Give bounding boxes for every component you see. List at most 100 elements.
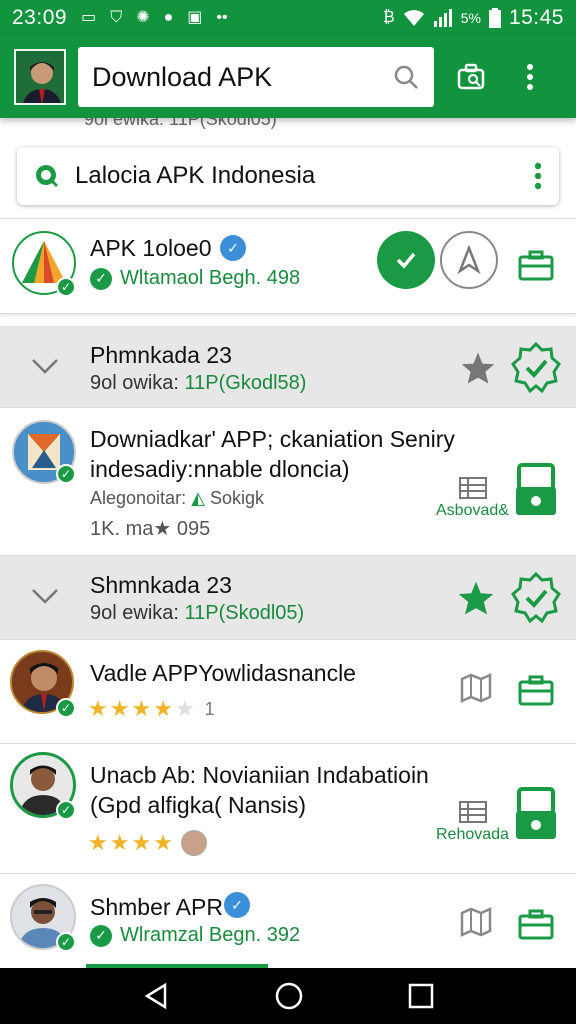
share-button[interactable]	[440, 231, 498, 289]
star-icon: ★	[109, 696, 130, 721]
check-circle-icon: ✓	[90, 267, 112, 290]
item-action-label[interactable]: Asbovad&	[436, 502, 509, 520]
verified-seal-icon	[511, 341, 561, 394]
status-time-left: 23:09	[12, 6, 68, 29]
search-icon[interactable]	[392, 63, 420, 91]
item-subtitle: 9ol owika: 11P(Gkodl58)	[90, 372, 306, 395]
list-item[interactable]: ✓ Downiadkar' APP; ckaniation Seniry ind…	[0, 408, 576, 556]
rating-stars: ★ ★ ★ ★ ★ 1	[88, 696, 215, 722]
check-icon	[396, 252, 416, 269]
verified-blue-icon: ✓	[224, 892, 250, 918]
battery-percent: 5%	[460, 10, 481, 26]
meta-label: Alegonoitar:	[90, 488, 192, 508]
system-navigation-bar	[0, 968, 576, 1024]
verified-badge-icon: ✓	[56, 932, 76, 952]
list-icon	[458, 476, 488, 500]
details-button[interactable]	[516, 245, 556, 285]
item-title: Vadle APPYowlidasnancle	[90, 660, 356, 686]
item-title-line2: (Gpd alfigka( Nansis)	[90, 792, 307, 818]
check-circle-icon: ✓	[90, 924, 112, 947]
briefcase-icon	[518, 675, 554, 706]
item-verified-text: ✓ Wltamaol Begh. 498	[90, 267, 300, 290]
item-title: APK 1oloe0	[90, 235, 212, 261]
bookmark-button[interactable]	[458, 904, 494, 940]
subtitle-highlight: 11P(Skodl05)	[184, 602, 305, 624]
notification-app-icon: ▭	[81, 9, 97, 26]
verified-label: Wltamaol Begh. 498	[120, 267, 301, 289]
search-input[interactable]: Download APK	[92, 62, 392, 93]
back-icon[interactable]	[141, 981, 171, 1011]
more-vert-icon[interactable]	[533, 162, 543, 190]
verified-badge-icon: ✓	[56, 698, 76, 718]
list-item[interactable]: Shmnkada 23 9ol ewika: 11P(Skodl05)	[0, 556, 576, 640]
more-vert-icon	[527, 64, 533, 90]
verified-seal-button[interactable]	[508, 570, 564, 626]
briefcase-icon	[518, 909, 554, 940]
list-icon	[458, 800, 488, 824]
rating-stars: ★ ★ ★ ★	[88, 830, 207, 856]
item-action-label[interactable]: Rehovada	[436, 826, 509, 844]
recents-icon[interactable]	[407, 982, 435, 1010]
item-title: Phmnkada 23	[90, 342, 232, 368]
verified-seal-button[interactable]	[508, 340, 564, 396]
star-icon	[458, 581, 494, 615]
star-icon: ★	[131, 696, 152, 721]
overflow-menu-button[interactable]	[510, 57, 550, 97]
wifi-icon	[403, 10, 424, 26]
list-item[interactable]: ✓ Vadle APPYowlidasnancle ★ ★ ★ ★ ★ 1	[0, 640, 576, 744]
dot-notification-icon: ●	[163, 9, 174, 26]
verified-blue-icon: ✓	[220, 235, 246, 261]
item-title-line1: Downiadkar' APP; ckaniation Seniry	[90, 426, 455, 452]
verified-seal-icon	[511, 571, 561, 624]
verified-badge-icon: ✓	[56, 464, 76, 484]
chevron-down-icon[interactable]	[30, 586, 60, 606]
install-check-button[interactable]	[377, 231, 435, 289]
downloads-button[interactable]	[452, 57, 492, 97]
download-lock-button[interactable]	[514, 460, 558, 518]
briefcase-icon	[518, 250, 554, 281]
item-title: Shmber APR	[90, 894, 223, 920]
app-bar: Download APK	[0, 36, 576, 118]
star-icon: ★	[131, 830, 152, 855]
verified-label: Wlramzal Begn. 392	[120, 924, 301, 946]
list-item[interactable]: ✓ Shmber APR ✓ ✓ Wlramzal Begn. 392	[0, 874, 576, 968]
favorite-button[interactable]	[458, 348, 498, 388]
item-subtitle: 9ol ewika: 11P(Skodl05)	[90, 602, 304, 625]
subtitle-prefix: 9ol ewika:	[90, 602, 185, 624]
bookmark-button[interactable]	[458, 670, 494, 706]
search-icon	[36, 165, 59, 188]
filter-search-text[interactable]: Lalocia APK Indonesia	[75, 162, 533, 190]
battery-icon	[488, 8, 501, 28]
star-icon	[461, 352, 495, 384]
star-half-icon: ★	[153, 696, 173, 721]
verified-badge-icon: ✓	[56, 800, 76, 820]
verified-badge-icon: ✓	[56, 277, 76, 297]
settings-notification-icon: ✺	[136, 9, 150, 26]
more-notifications-icon: ••	[216, 9, 228, 26]
profile-avatar[interactable]	[14, 49, 66, 105]
status-time-right: 15:45	[508, 6, 564, 29]
search-box[interactable]: Download APK	[78, 47, 434, 107]
star-icon: ★	[88, 830, 108, 855]
item-meta: Alegonoitar: ◭ Sokigk	[90, 488, 264, 509]
star-empty-icon: ★	[174, 696, 195, 721]
reviewer-avatar	[180, 830, 207, 856]
item-stats: 1K. ma★ 095	[90, 518, 211, 540]
subtitle-highlight: 11P(Gkodl58)	[184, 372, 307, 394]
download-lock-button[interactable]	[514, 784, 558, 842]
rating-count: 1	[204, 698, 215, 719]
home-icon[interactable]	[274, 981, 304, 1011]
briefcase-search-icon	[457, 63, 485, 90]
lock-icon	[516, 463, 556, 515]
list-item[interactable]: ✓ Unacb Ab: Novianiian Indabatioin (Gpd …	[0, 744, 576, 874]
filter-search-box[interactable]: Lalocia APK Indonesia	[17, 147, 559, 205]
favorite-button[interactable]	[456, 578, 496, 618]
chevron-down-icon[interactable]	[30, 356, 60, 376]
list-item[interactable]: ✓ APK 1oloe0 ✓ ✓ Wltamaol Begh. 498	[0, 218, 576, 314]
details-button[interactable]	[516, 670, 556, 710]
details-button[interactable]	[516, 904, 556, 944]
status-bar: 23:09 ▭ ⛉ ✺ ● ▣ •• ₿ 5% 15:45	[0, 0, 576, 36]
item-title-line2: indesadiy:nnable dloncia)	[90, 456, 350, 482]
item-title: Shmnkada 23	[90, 572, 232, 598]
list-item[interactable]: Phmnkada 23 9ol owika: 11P(Gkodl58)	[0, 326, 576, 408]
